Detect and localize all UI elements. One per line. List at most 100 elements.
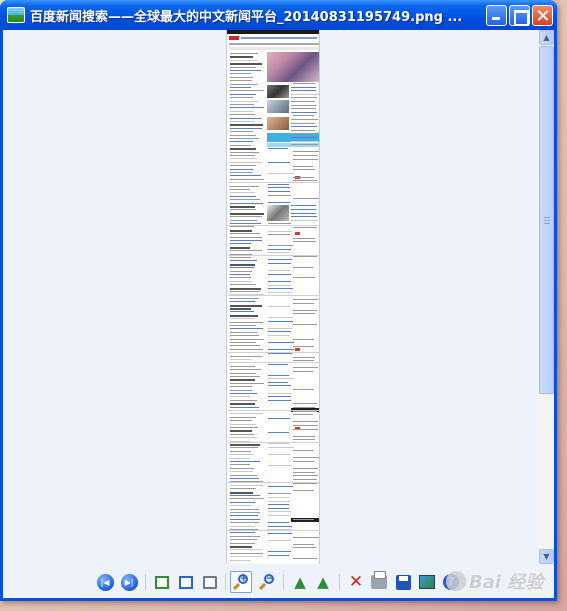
doc-text-line: [230, 383, 264, 384]
doc-text-line: [291, 141, 318, 142]
doc-text-line: [230, 145, 251, 146]
previous-image-icon: |◀: [96, 573, 114, 591]
doc-text-line: [230, 189, 250, 190]
doc-text-line: [230, 549, 263, 550]
vertical-scrollbar[interactable]: ▲ ▼: [539, 30, 554, 564]
doc-text-line: [230, 532, 255, 533]
save-button[interactable]: [394, 573, 412, 591]
doc-text-line: [268, 234, 290, 235]
doc-text-line: [291, 101, 315, 102]
minimize-button[interactable]: [486, 4, 507, 26]
doc-text-line: [268, 511, 291, 512]
doc-text-line: [230, 308, 251, 310]
doc-text-line: [291, 213, 316, 214]
doc-photo-3: [267, 100, 289, 113]
doc-text-line: [230, 169, 253, 170]
document-image: [226, 30, 320, 564]
title-bar[interactable]: 百度新闻搜索——全球最大的中文新闻平台_20140831195749.png .…: [0, 0, 557, 30]
doc-text-line: [230, 390, 252, 391]
doc-text-line: [230, 498, 264, 499]
doc-text-line: [230, 342, 256, 343]
rotate-clockwise-button[interactable]: ▲: [291, 573, 309, 591]
doc-text-line: [268, 486, 293, 487]
slideshow-button[interactable]: [201, 573, 219, 591]
doc-text-line: [293, 177, 314, 178]
doc-text-line: [268, 515, 289, 516]
doc-text-line: [230, 264, 255, 266]
doc-text-line: [268, 249, 291, 250]
doc-photo-5: [267, 205, 289, 221]
doc-text-line: [230, 155, 255, 156]
doc-text-line: [268, 454, 290, 455]
doc-text-line: [293, 558, 317, 559]
doc-text-line: [293, 227, 317, 228]
doc-text-line: [230, 291, 260, 292]
doc-text-line: [230, 332, 257, 333]
doc-text-line: [230, 192, 255, 193]
doc-text-line: [230, 376, 260, 377]
doc-text-line: [230, 94, 256, 95]
baidu-jingyan-watermark: Bai 经验: [446, 556, 567, 606]
zoom-in-button[interactable]: +: [230, 571, 252, 593]
doc-text-line: [268, 285, 291, 286]
doc-text-line: [293, 83, 315, 84]
doc-text-line: [293, 468, 318, 469]
doc-text-line: [268, 396, 291, 397]
client-area: ▲ ▼ |◀ ▶| + − ▲ ▲ ✕: [3, 30, 554, 598]
doc-text-line: [230, 505, 252, 506]
doc-text-line: [291, 123, 315, 124]
doc-text-line: [230, 298, 259, 299]
zoom-out-button[interactable]: −: [258, 573, 276, 591]
print-button[interactable]: [370, 571, 388, 591]
doc-text-line: [293, 421, 318, 422]
doc-tabs: [229, 47, 319, 50]
doc-text-line: [268, 418, 290, 419]
doc-text-line: [230, 97, 253, 98]
doc-text-line: [230, 124, 263, 126]
doc-text-line: [230, 447, 258, 448]
doc-text-line: [293, 115, 314, 116]
doc-text-line: [230, 424, 256, 425]
previous-image-button[interactable]: |◀: [96, 573, 114, 591]
doc-text-line: [268, 335, 289, 336]
edit-button[interactable]: [418, 573, 436, 591]
doc-text-line: [293, 324, 317, 325]
scroll-thumb[interactable]: [539, 46, 554, 394]
doc-text-line: [230, 461, 260, 462]
doc-text-line: [230, 356, 262, 357]
doc-text-line: [230, 267, 254, 268]
doc-text-line: [230, 434, 254, 435]
close-button[interactable]: [532, 4, 553, 26]
doc-text-line: [293, 371, 313, 372]
image-view[interactable]: [3, 30, 539, 564]
scroll-up-button[interactable]: ▲: [539, 30, 554, 45]
best-fit-button[interactable]: [153, 573, 171, 591]
doc-text-line: [230, 240, 262, 241]
doc-text-line: [293, 472, 315, 473]
doc-text-line: [230, 413, 263, 414]
doc-text-line: [268, 252, 289, 253]
doc-section-divider: [228, 352, 319, 353]
doc-text-line: [230, 101, 258, 102]
doc-text-line: [293, 169, 315, 170]
doc-text-line: [293, 346, 314, 347]
doc-text-line: [293, 457, 319, 458]
doc-text-line: [268, 331, 291, 332]
doc-text-line: [293, 303, 314, 304]
doc-text-line: [293, 389, 314, 390]
doc-text-line: [230, 379, 255, 381]
doc-text-line: [230, 512, 260, 513]
actual-size-button[interactable]: [177, 573, 195, 591]
rotate-counterclockwise-button[interactable]: ▲: [314, 573, 332, 591]
doc-text-line: [230, 393, 257, 394]
app-icon[interactable]: [7, 7, 25, 23]
doc-text-line: [268, 184, 289, 185]
delete-button[interactable]: ✕: [347, 573, 365, 591]
print-icon: [371, 571, 387, 589]
doc-text-line: [230, 172, 252, 173]
doc-text-line: [268, 526, 292, 527]
doc-text-line: [293, 277, 315, 278]
next-image-button[interactable]: ▶|: [120, 573, 138, 591]
maximize-button[interactable]: [509, 4, 530, 26]
doc-text-line: [230, 206, 255, 208]
